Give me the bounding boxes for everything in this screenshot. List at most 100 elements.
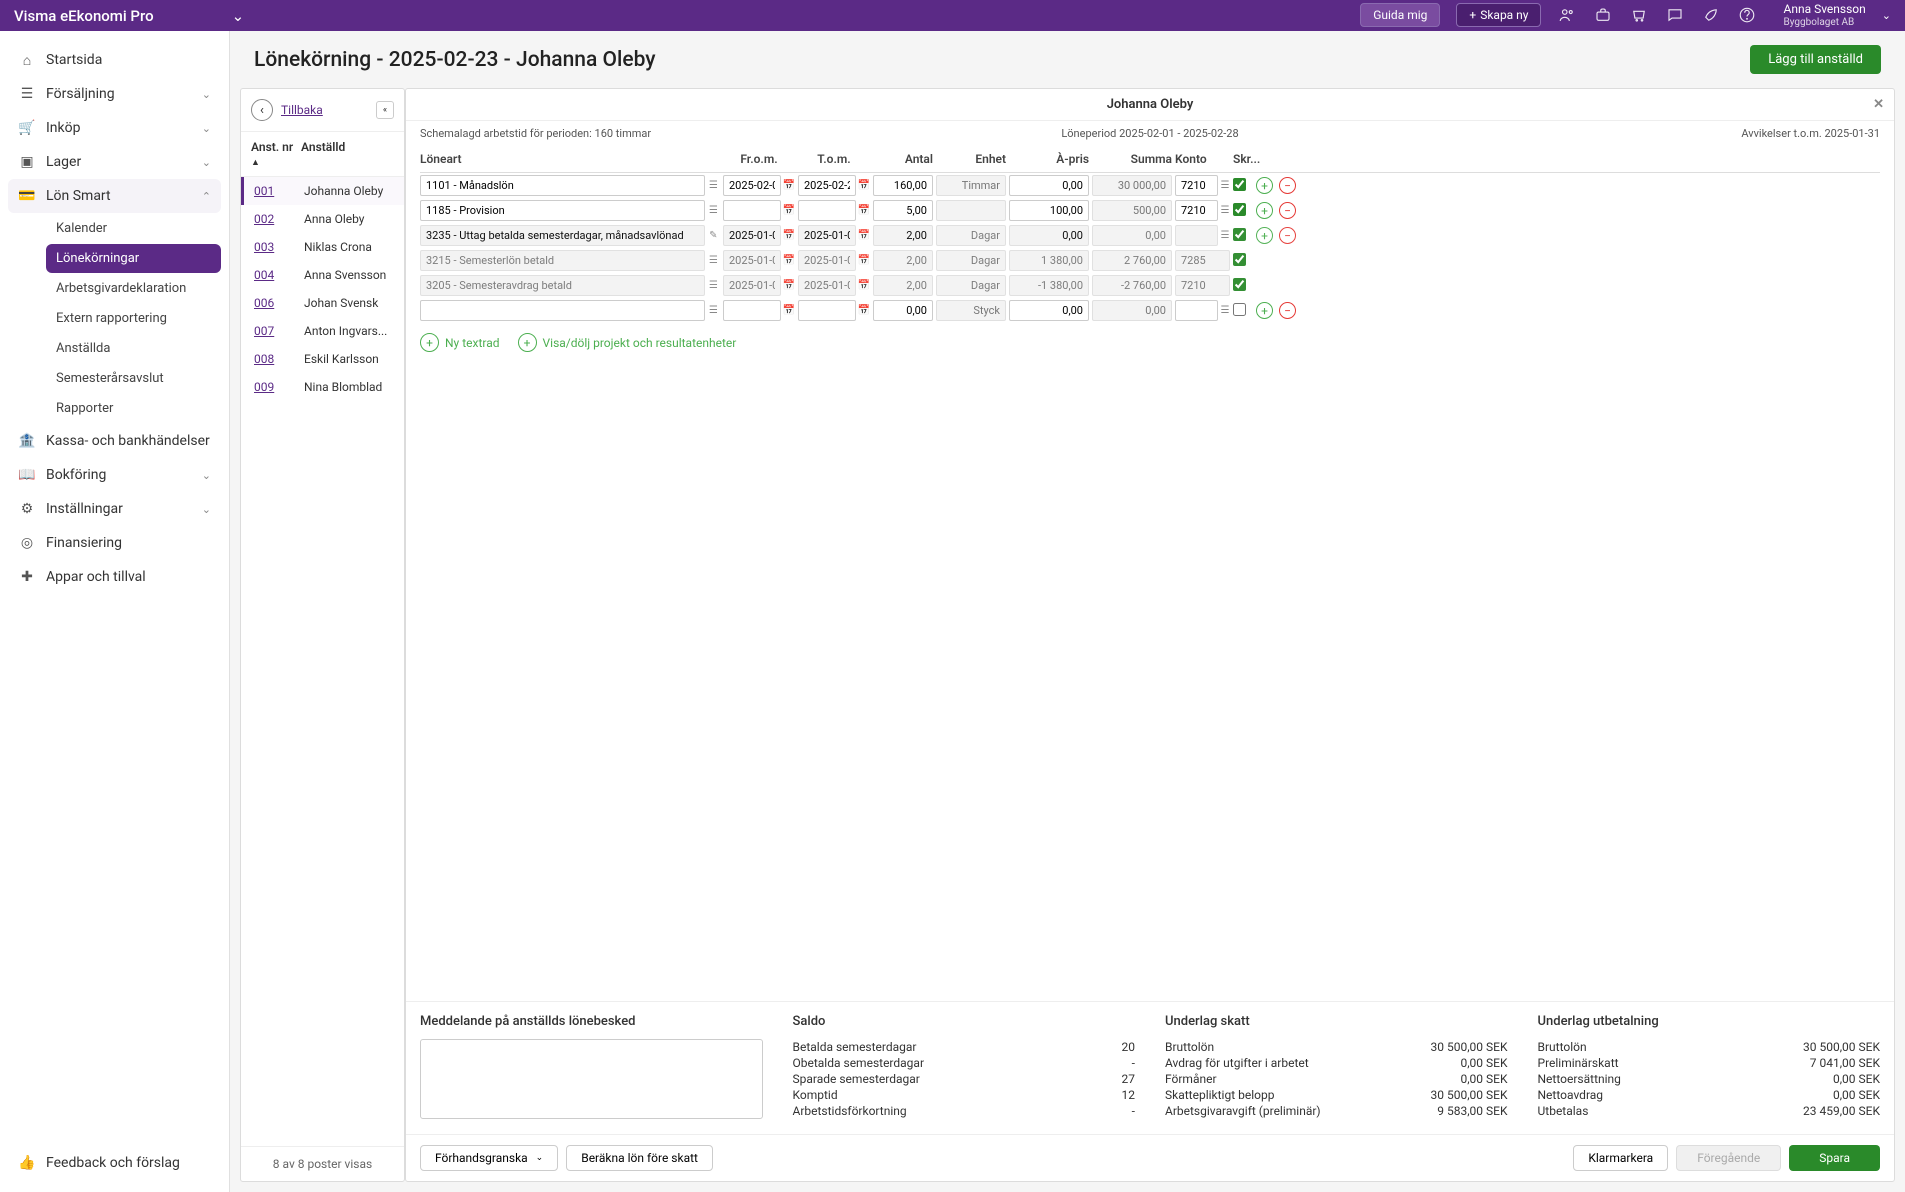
nav-start[interactable]: ⌂Startsida (8, 43, 221, 77)
qty-input[interactable] (873, 300, 933, 321)
employee-row[interactable]: 002Anna Oleby (241, 205, 404, 233)
nav-reports[interactable]: Rapporter (46, 394, 221, 423)
calendar-icon[interactable]: 📅 (858, 205, 870, 216)
col-qty[interactable]: Antal (873, 152, 933, 166)
paytype-input[interactable] (420, 175, 705, 196)
create-new-button[interactable]: + Skapa ny (1456, 3, 1541, 27)
cart-icon[interactable] (1629, 5, 1649, 25)
brand[interactable]: Visma eEkonomi Pro ⌄ (14, 7, 244, 25)
list-icon[interactable]: ☰ (1220, 305, 1230, 316)
delete-row-button[interactable]: − (1279, 302, 1296, 319)
emp-nr[interactable]: 003 (254, 240, 304, 254)
account-input[interactable] (1175, 200, 1218, 221)
delete-row-button[interactable]: − (1279, 227, 1296, 244)
to-date-input[interactable] (798, 175, 856, 196)
calendar-icon[interactable]: 📅 (783, 305, 795, 316)
delete-row-button[interactable]: − (1279, 177, 1296, 194)
account-input[interactable] (1175, 225, 1218, 246)
add-row-button[interactable]: + (1256, 227, 1273, 244)
nav-calendar[interactable]: Kalender (46, 214, 221, 243)
qty-input[interactable] (873, 200, 933, 221)
preview-button[interactable]: Förhandsgranska⌄ (420, 1145, 558, 1171)
col-unit[interactable]: Enhet (936, 152, 1006, 166)
nav-payroll[interactable]: 💳Lön Smart⌃ (8, 179, 221, 213)
emp-nr[interactable]: 009 (254, 380, 304, 394)
from-date-input[interactable] (723, 175, 781, 196)
calendar-icon[interactable]: 📅 (858, 180, 870, 191)
users-icon[interactable] (1557, 5, 1577, 25)
emp-nr[interactable]: 001 (254, 184, 304, 198)
nav-purchase[interactable]: 🛒Inköp⌄ (8, 111, 221, 145)
mark-ready-button[interactable]: Klarmarkera (1573, 1145, 1668, 1171)
employee-row[interactable]: 003Niklas Crona (241, 233, 404, 261)
calendar-icon[interactable]: 📅 (783, 205, 795, 216)
add-employee-button[interactable]: Lägg till anställd (1750, 45, 1881, 74)
nav-payruns[interactable]: Lönekörningar (46, 244, 221, 273)
new-text-row-button[interactable]: + Ny textrad (420, 333, 500, 352)
col-print[interactable]: Skr... (1233, 152, 1253, 166)
from-date-input[interactable] (723, 225, 781, 246)
employee-row[interactable]: 009Nina Blomblad (241, 373, 404, 401)
col-emp-name[interactable]: Anställd (301, 140, 345, 168)
list-icon[interactable]: ☰ (707, 255, 720, 266)
col-sum[interactable]: Summa (1092, 152, 1172, 166)
toggle-project-button[interactable]: + Visa/dölj projekt och resultatenheter (518, 333, 737, 352)
print-checkbox[interactable] (1233, 278, 1246, 291)
calendar-icon[interactable]: 📅 (783, 280, 795, 291)
nav-financing[interactable]: ◎Finansiering (8, 526, 221, 560)
to-date-input[interactable] (798, 225, 856, 246)
price-input[interactable] (1009, 175, 1089, 196)
col-price[interactable]: À-pris (1009, 152, 1089, 166)
col-to[interactable]: T.o.m. (798, 152, 870, 166)
price-input[interactable] (1009, 300, 1089, 321)
close-icon[interactable]: ✕ (1873, 97, 1884, 112)
calendar-icon[interactable]: 📅 (783, 180, 795, 191)
list-icon[interactable]: ☰ (707, 205, 720, 216)
nav-external[interactable]: Extern rapportering (46, 304, 221, 333)
col-type[interactable]: Löneart (420, 152, 720, 166)
qty-input[interactable] (873, 225, 933, 246)
delete-row-button[interactable]: − (1279, 202, 1296, 219)
account-input[interactable] (1175, 175, 1218, 196)
employee-row[interactable]: 001Johanna Oleby (241, 177, 404, 205)
qty-input[interactable] (873, 175, 933, 196)
calendar-icon[interactable]: 📅 (783, 230, 795, 241)
paytype-input[interactable] (420, 225, 705, 246)
employee-row[interactable]: 004Anna Svensson (241, 261, 404, 289)
save-button[interactable]: Spara (1789, 1145, 1880, 1171)
nav-settings[interactable]: ⚙Inställningar⌄ (8, 492, 221, 526)
add-row-button[interactable]: + (1256, 202, 1273, 219)
calculate-button[interactable]: Beräkna lön före skatt (566, 1145, 713, 1171)
list-icon[interactable]: ☰ (707, 305, 720, 316)
col-emp-nr[interactable]: Anst. nr ▲ (251, 140, 301, 168)
employee-row[interactable]: 007Anton Ingvars... (241, 317, 404, 345)
from-date-input[interactable] (723, 300, 781, 321)
calendar-icon[interactable]: 📅 (858, 280, 870, 291)
nav-bank[interactable]: 🏦Kassa- och bankhändelser (8, 424, 221, 458)
back-button[interactable]: ‹ (251, 99, 273, 121)
nav-feedback[interactable]: 👍Feedback och förslag (8, 1146, 221, 1180)
print-checkbox[interactable] (1233, 303, 1246, 316)
emp-nr[interactable]: 006 (254, 296, 304, 310)
print-checkbox[interactable] (1233, 178, 1246, 191)
emp-nr[interactable]: 004 (254, 268, 304, 282)
nav-year-end[interactable]: Semesterårsavslut (46, 364, 221, 393)
list-icon[interactable]: ☰ (1220, 230, 1230, 241)
message-textarea[interactable] (420, 1039, 763, 1119)
list-icon[interactable]: ☰ (707, 280, 720, 291)
emp-nr[interactable]: 002 (254, 212, 304, 226)
print-checkbox[interactable] (1233, 203, 1246, 216)
back-link[interactable]: Tillbaka (281, 103, 323, 117)
nav-employer-decl[interactable]: Arbetsgivardeklaration (46, 274, 221, 303)
guide-button[interactable]: Guida mig (1360, 3, 1440, 27)
print-checkbox[interactable] (1233, 228, 1246, 241)
emp-nr[interactable]: 007 (254, 324, 304, 338)
nav-apps[interactable]: ✚Appar och tillval (8, 560, 221, 594)
calendar-icon[interactable]: 📅 (858, 230, 870, 241)
calendar-icon[interactable]: 📅 (858, 255, 870, 266)
price-input[interactable] (1009, 225, 1089, 246)
nav-employees[interactable]: Anställda (46, 334, 221, 363)
nav-sales[interactable]: ☰Försäljning⌄ (8, 77, 221, 111)
employee-row[interactable]: 008Eskil Karlsson (241, 345, 404, 373)
paytype-input[interactable] (420, 200, 705, 221)
